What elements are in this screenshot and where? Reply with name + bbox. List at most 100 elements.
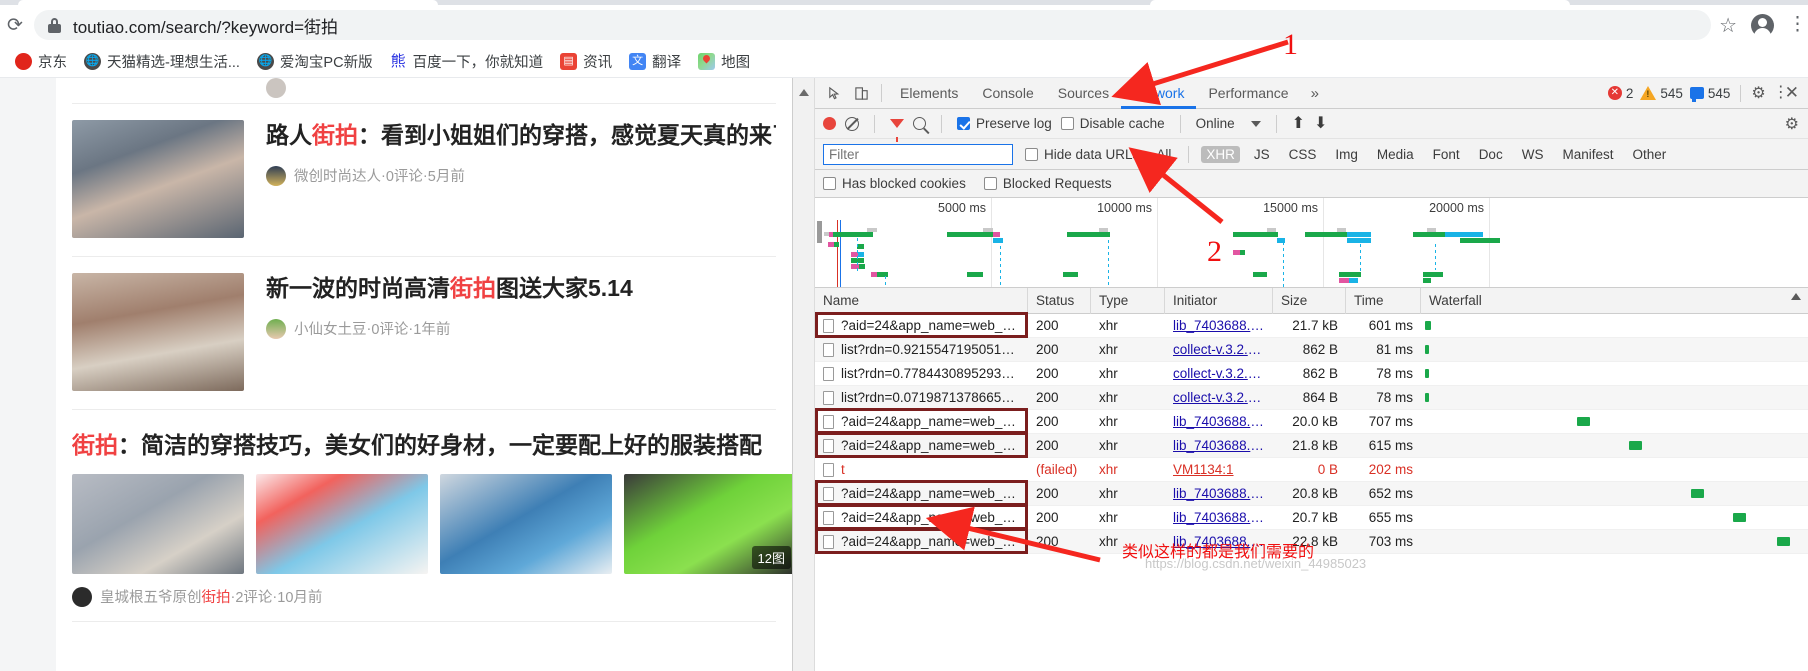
toggle-device-toolbar-icon[interactable] <box>848 80 875 107</box>
gallery-image[interactable] <box>440 474 612 574</box>
filter-ws[interactable]: WS <box>1517 146 1549 163</box>
tab-sources[interactable]: Sources <box>1046 78 1121 109</box>
throttling-select[interactable]: Online <box>1196 116 1261 131</box>
address-bar[interactable]: toutiao.com/search/?keyword=街拍 <box>34 10 1712 40</box>
filter-xhr[interactable]: XHR <box>1201 145 1240 163</box>
cell-name[interactable]: ?aid=24&app_name=web_se... <box>815 314 1028 338</box>
table-row[interactable]: t (failed) xhr VM1134:1 0 B 202 ms <box>815 458 1808 482</box>
import-har-icon[interactable]: ⬆ <box>1292 115 1305 132</box>
export-har-icon[interactable]: ⬇ <box>1314 115 1327 132</box>
article-thumbnail[interactable] <box>72 273 244 391</box>
column-header-initiator[interactable]: Initiator <box>1165 288 1273 314</box>
checkbox-box[interactable] <box>983 177 997 190</box>
cell-name[interactable]: list?rdn=0.9215547195051068 <box>815 338 1028 362</box>
table-row[interactable]: ?aid=24&app_name=web_se... 200 xhr lib_7403… <box>815 506 1808 530</box>
article-title[interactable]: 路人街拍：看到小姐姐们的穿搭，感觉夏天真的来了 <box>266 120 776 151</box>
tab-elements[interactable]: Elements <box>888 78 970 109</box>
gallery-image[interactable]: 12图 <box>624 474 792 574</box>
settings-gear-icon[interactable]: ⚙ <box>1751 83 1765 103</box>
hide-data-urls-checkbox[interactable]: Hide data URLs <box>1025 147 1139 162</box>
list-item[interactable]: 路人街拍：看到小姐姐们的穿搭，感觉夏天真的来了 微创时尚达人 · 0评论 · 5… <box>72 104 776 257</box>
filter-js[interactable]: JS <box>1249 146 1275 163</box>
cell-initiator[interactable]: collect-v.3.2.1... <box>1165 362 1273 386</box>
has-blocked-cookies-checkbox[interactable]: Has blocked cookies <box>823 176 966 191</box>
tab-network[interactable]: Network <box>1121 78 1196 109</box>
warning-count-badge[interactable]: 545 <box>1640 86 1683 101</box>
scroll-up-arrow-icon[interactable] <box>799 89 809 96</box>
gallery-author[interactable]: 皇城根五爷原创 <box>100 586 202 607</box>
checkbox-box[interactable] <box>823 177 836 190</box>
blocked-requests-checkbox[interactable]: Blocked Requests <box>983 176 1112 191</box>
bookmark-map[interactable]: 地图 <box>691 48 757 75</box>
filter-font[interactable]: Font <box>1428 146 1465 163</box>
disable-cache-checkbox[interactable]: Disable cache <box>1060 116 1165 131</box>
profile-avatar-icon[interactable] <box>1751 13 1774 39</box>
table-row[interactable]: list?rdn=0.9215547195051068 200 xhr collect… <box>815 338 1808 362</box>
tab-console[interactable]: Console <box>970 78 1045 109</box>
search-icon[interactable] <box>913 117 926 130</box>
column-header-status[interactable]: Status <box>1028 288 1091 314</box>
table-row[interactable]: ?aid=24&app_name=web_se... 200 xhr lib_7403… <box>815 434 1808 458</box>
filter-other[interactable]: Other <box>1627 146 1671 163</box>
column-header-name[interactable]: Name <box>815 288 1028 314</box>
filter-css[interactable]: CSS <box>1284 146 1322 163</box>
article-title[interactable]: 新一波的时尚高清街拍图送大家5.14 <box>266 273 776 304</box>
bookmark-aitaobao[interactable]: 🌐 爱淘宝PC新版 <box>250 48 380 75</box>
network-overview-timeline[interactable]: 5000 ms 10000 ms 15000 ms 20000 ms <box>815 198 1808 288</box>
checkbox-box[interactable] <box>1025 147 1038 161</box>
table-row[interactable]: ?aid=24&app_name=web_se... 200 xhr lib_7403… <box>815 482 1808 506</box>
list-item[interactable]: 新一波的时尚高清街拍图送大家5.14 小仙女土豆 · 0评论 · 1年前 <box>72 257 776 410</box>
cell-name[interactable]: ?aid=24&app_name=web_se... <box>815 482 1028 506</box>
devtools-resize-handle[interactable] <box>793 78 815 671</box>
cell-name[interactable]: ?aid=24&app_name=web_se... <box>815 530 1028 554</box>
gallery-image[interactable] <box>72 474 244 574</box>
filter-funnel-icon[interactable] <box>890 119 904 142</box>
cell-name[interactable]: list?rdn=0.071987137866599... <box>815 386 1028 410</box>
cell-initiator[interactable]: lib_7403688.js:1 <box>1165 314 1273 338</box>
table-row[interactable]: ?aid=24&app_name=web_se... 200 xhr lib_7403… <box>815 314 1808 338</box>
filter-manifest[interactable]: Manifest <box>1557 146 1618 163</box>
cell-name[interactable]: t <box>815 458 1028 482</box>
cell-name[interactable]: ?aid=24&app_name=web_se... <box>815 506 1028 530</box>
inspect-element-icon[interactable] <box>821 80 848 107</box>
checkbox-box[interactable] <box>957 117 970 130</box>
filter-img[interactable]: Img <box>1330 146 1363 163</box>
column-header-type[interactable]: Type <box>1091 288 1165 314</box>
cell-initiator[interactable]: collect-v.3.2.1... <box>1165 386 1273 410</box>
cell-initiator[interactable]: lib_7403688.js:1 <box>1165 506 1273 530</box>
article-author[interactable]: 微创时尚达人 <box>294 165 381 186</box>
tab-performance[interactable]: Performance <box>1196 78 1300 109</box>
bookmark-tmall[interactable]: 🌐 天猫精选-理想生活... <box>77 48 247 75</box>
cell-initiator[interactable]: lib_7403688.js:1 <box>1165 482 1273 506</box>
column-header-size[interactable]: Size <box>1273 288 1346 314</box>
table-row[interactable]: ?aid=24&app_name=web_se... 200 xhr lib_7403… <box>815 410 1808 434</box>
reload-icon[interactable]: ⟳ <box>0 10 30 40</box>
list-item[interactable] <box>72 78 776 104</box>
bookmark-news[interactable]: ▤ 资讯 <box>553 48 619 75</box>
sort-ascending-icon[interactable] <box>1791 293 1801 300</box>
cell-initiator[interactable]: collect-v.3.2.1... <box>1165 338 1273 362</box>
filter-input[interactable] <box>823 143 1013 165</box>
bookmark-translate[interactable]: 文 翻译 <box>622 48 688 75</box>
table-row[interactable]: list?rdn=0.7784430895293759 200 xhr collect… <box>815 362 1808 386</box>
network-settings-gear-icon[interactable]: ⚙ <box>1785 114 1808 134</box>
cell-name[interactable]: list?rdn=0.7784430895293759 <box>815 362 1028 386</box>
article-thumbnail[interactable] <box>72 120 244 238</box>
bookmark-star-icon[interactable]: ☆ <box>1719 13 1737 38</box>
cell-name[interactable]: ?aid=24&app_name=web_se... <box>815 410 1028 434</box>
checkbox-box[interactable] <box>1060 117 1074 130</box>
error-count-badge[interactable]: ✕ 2 <box>1607 86 1633 101</box>
chrome-menu-icon[interactable]: ⋮ <box>1788 15 1807 35</box>
record-stop-icon[interactable] <box>823 117 836 130</box>
cell-initiator[interactable]: VM1134:1 <box>1165 458 1273 482</box>
article-author[interactable]: 小仙女土豆 <box>294 318 367 339</box>
filter-media[interactable]: Media <box>1372 146 1419 163</box>
cell-initiator[interactable]: lib_7403688.js:1 <box>1165 434 1273 458</box>
filter-doc[interactable]: Doc <box>1474 146 1508 163</box>
cell-name[interactable]: ?aid=24&app_name=web_se... <box>815 434 1028 458</box>
column-header-time[interactable]: Time <box>1346 288 1421 314</box>
preserve-log-checkbox[interactable]: Preserve log <box>957 116 1052 131</box>
column-header-waterfall[interactable]: Waterfall <box>1421 288 1808 314</box>
table-row[interactable]: list?rdn=0.071987137866599... 200 xhr colle… <box>815 386 1808 410</box>
gallery-image[interactable] <box>256 474 428 574</box>
